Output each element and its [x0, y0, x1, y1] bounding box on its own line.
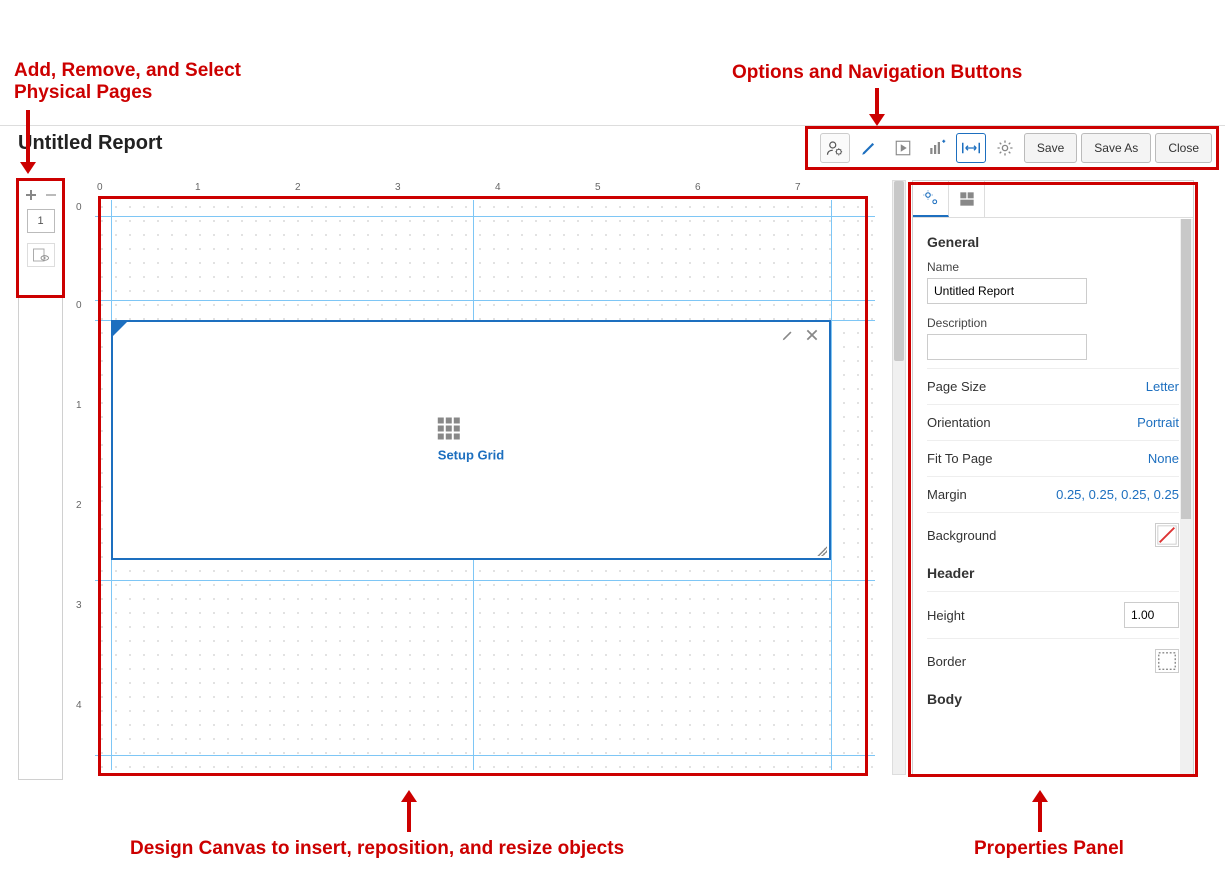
ruler-h-tick: 5: [595, 182, 601, 193]
properties-tab-layout[interactable]: [949, 181, 985, 217]
ruler-v-tick: 3: [76, 600, 82, 611]
ruler-v-tick: 0: [76, 300, 82, 311]
height-label: Height: [927, 608, 965, 623]
widget-edit-button[interactable]: [781, 328, 797, 344]
plus-icon: [25, 189, 37, 201]
section-body-header: Body: [927, 691, 1179, 707]
fit-width-icon: [962, 141, 980, 155]
page-size-label: Page Size: [927, 379, 986, 394]
ruler-h-tick: 4: [495, 182, 501, 193]
pencil-icon: [781, 328, 795, 342]
edit-mode-button[interactable]: [854, 133, 884, 163]
ruler-v-tick: 2: [76, 500, 82, 511]
page-size-value[interactable]: Letter: [1146, 379, 1179, 394]
grid-widget-label: Setup Grid: [438, 448, 504, 463]
play-icon: [894, 139, 912, 157]
margin-value[interactable]: 0.25, 0.25, 0.25, 0.25: [1056, 487, 1179, 502]
ruler-h-tick: 6: [695, 182, 701, 193]
hidden-page-toggle[interactable]: [27, 243, 55, 267]
close-icon: [805, 328, 819, 342]
scrollbar-thumb[interactable]: [1181, 219, 1191, 519]
page-thumbnail-1[interactable]: 1: [27, 209, 55, 233]
fit-to-page-value[interactable]: None: [1148, 451, 1179, 466]
add-page-button[interactable]: [23, 187, 39, 203]
guide-h: [95, 755, 875, 756]
anno-props-label: Properties Panel: [974, 838, 1124, 860]
ruler-h-tick: 3: [395, 182, 401, 193]
fit-to-page-label: Fit To Page: [927, 451, 993, 466]
user-gear-icon: [826, 139, 844, 157]
section-general-header: General: [927, 234, 1179, 250]
border-swatch[interactable]: [1155, 649, 1179, 673]
report-title: Untitled Report: [18, 132, 162, 155]
ruler-v-tick: 4: [76, 700, 82, 711]
guide-h: [95, 580, 875, 581]
resize-handle[interactable]: [817, 546, 827, 556]
background-swatch[interactable]: [1155, 523, 1179, 547]
border-dotted-icon: [1156, 650, 1178, 672]
grid-widget[interactable]: Setup Grid: [111, 320, 831, 560]
fit-width-button[interactable]: [956, 133, 986, 163]
name-label: Name: [927, 260, 1179, 274]
page-panel: 1: [18, 180, 63, 780]
orientation-value[interactable]: Portrait: [1137, 415, 1179, 430]
anno-arrow-props: [1038, 800, 1042, 832]
preview-button[interactable]: [888, 133, 918, 163]
ruler-vertical: 0 0 1 2 3 4: [70, 200, 95, 775]
properties-scrollbar[interactable]: [1180, 219, 1193, 774]
margin-label: Margin: [927, 487, 967, 502]
gear-icon: [996, 139, 1014, 157]
border-label: Border: [927, 654, 966, 669]
properties-body: General Name Description Page Size Lette…: [913, 218, 1193, 725]
remove-page-button[interactable]: [43, 187, 59, 203]
ruler-h-tick: 0: [97, 182, 103, 193]
description-input[interactable]: [927, 334, 1087, 360]
user-settings-button[interactable]: [820, 133, 850, 163]
page-eye-icon: [32, 247, 50, 263]
ruler-v-tick: 0: [76, 202, 82, 213]
properties-tab-general[interactable]: [913, 181, 949, 217]
widget-close-button[interactable]: [805, 328, 821, 344]
ruler-v-tick: 1: [76, 400, 82, 411]
anno-toolbar-label: Options and Navigation Buttons: [732, 62, 1022, 84]
background-label: Background: [927, 528, 996, 543]
guide-v: [831, 200, 832, 770]
anno-arrow-canvas: [407, 800, 411, 832]
toolbar: Save Save As Close: [820, 133, 1212, 163]
close-button[interactable]: Close: [1155, 133, 1212, 163]
no-fill-icon: [1156, 524, 1178, 546]
ruler-h-tick: 2: [295, 182, 301, 193]
ruler-h-tick: 7: [795, 182, 801, 193]
design-canvas[interactable]: Setup Grid: [95, 200, 875, 770]
orientation-label: Orientation: [927, 415, 991, 430]
save-as-button[interactable]: Save As: [1081, 133, 1151, 163]
chart-plus-icon: [927, 139, 947, 157]
insert-chart-button[interactable]: [922, 133, 952, 163]
anno-arrow-pages: [26, 110, 30, 164]
ruler-horizontal: 0 1 2 3 4 5 6 7: [95, 180, 890, 200]
grid-icon: [438, 418, 504, 440]
properties-panel: General Name Description Page Size Lette…: [912, 180, 1194, 775]
pencil-icon: [860, 139, 878, 157]
canvas-area: 0 1 2 3 4 5 6 7 0 0 1 2 3 4: [70, 180, 890, 775]
anno-arrow-toolbar: [875, 88, 879, 116]
ruler-corner: [70, 180, 95, 200]
minus-icon: [45, 189, 57, 201]
guide-h: [95, 300, 875, 301]
save-button[interactable]: Save: [1024, 133, 1077, 163]
gears-icon: [922, 189, 940, 207]
scrollbar-thumb[interactable]: [894, 181, 904, 361]
height-input[interactable]: [1124, 602, 1179, 628]
settings-button[interactable]: [990, 133, 1020, 163]
section-header-header: Header: [927, 565, 1179, 581]
name-input[interactable]: [927, 278, 1087, 304]
anno-pages-label: Add, Remove, and Select Physical Pages: [14, 60, 241, 104]
anno-canvas-label: Design Canvas to insert, reposition, and…: [130, 838, 624, 860]
layout-icon: [959, 191, 975, 207]
ruler-h-tick: 1: [195, 182, 201, 193]
description-label: Description: [927, 316, 1179, 330]
guide-h: [95, 216, 875, 217]
canvas-scrollbar[interactable]: [892, 180, 906, 775]
grid-widget-center[interactable]: Setup Grid: [438, 418, 504, 463]
